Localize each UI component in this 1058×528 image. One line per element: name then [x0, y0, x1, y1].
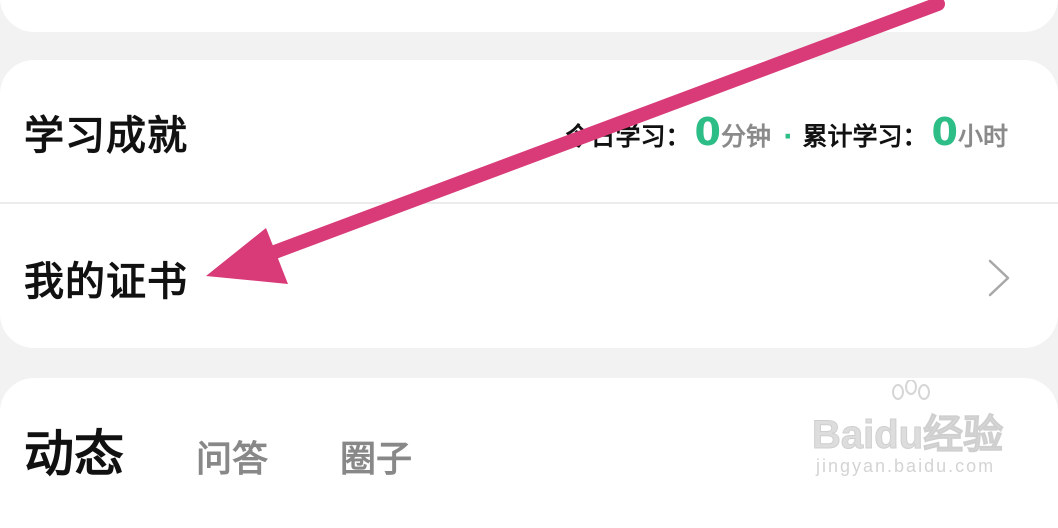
total-study-label: 累计学习： — [802, 122, 928, 151]
row-divider — [0, 202, 1058, 204]
baidu-watermark: Baidu经验 jingyan.baidu.com — [810, 380, 1010, 480]
top-card — [0, 0, 1058, 32]
today-study-value: 0 — [694, 110, 721, 154]
tab-dynamics[interactable]: 动态 — [24, 414, 124, 486]
total-study-unit: 小时 — [957, 122, 1008, 151]
tab-circle[interactable]: 圈子 — [340, 430, 412, 482]
feed-tabs: 动态 问答 圈子 — [24, 414, 484, 486]
today-study-label: 今日学习： — [565, 122, 691, 151]
watermark-url: jingyan.baidu.com — [816, 456, 996, 476]
study-stats: 今日学习： 0 分钟 · 累计学习： 0 小时 — [566, 110, 1016, 154]
stats-separator: · — [783, 122, 793, 151]
tab-qa[interactable]: 问答 — [196, 430, 268, 482]
watermark-logo: Baidu经验 — [811, 413, 1004, 458]
certificate-row[interactable]: 我的证书 — [0, 210, 1058, 346]
certificate-title: 我的证书 — [24, 259, 188, 305]
achievement-title: 学习成就 — [24, 113, 188, 159]
total-study-value: 0 — [931, 110, 958, 154]
achievement-row[interactable]: 学习成就 今日学习： 0 分钟 · 累计学习： 0 小时 — [0, 72, 1058, 192]
chevron-right-icon — [988, 259, 1010, 297]
today-study-unit: 分钟 — [721, 122, 772, 151]
